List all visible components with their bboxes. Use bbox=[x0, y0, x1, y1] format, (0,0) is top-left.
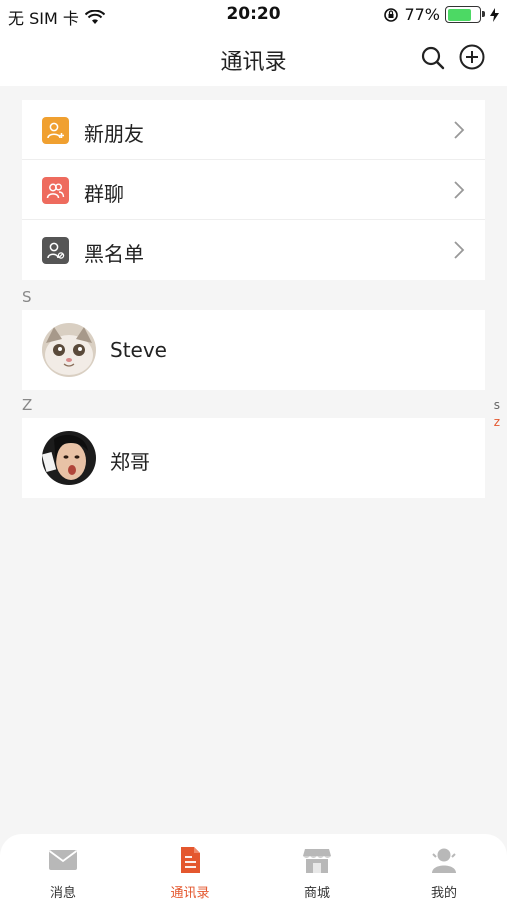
tab-store[interactable]: 商城 bbox=[254, 834, 380, 900]
avatar bbox=[42, 431, 96, 485]
chevron-right-icon bbox=[454, 241, 465, 259]
plus-circle-icon[interactable] bbox=[458, 43, 486, 71]
search-icon[interactable] bbox=[419, 44, 447, 72]
chevron-right-icon bbox=[454, 121, 465, 139]
index-letter-s[interactable]: s bbox=[494, 398, 500, 412]
tab-label: 商城 bbox=[303, 886, 330, 900]
store-icon bbox=[303, 849, 331, 873]
menu-item-label: 黑名单 bbox=[84, 242, 144, 266]
contact-row-zheng[interactable]: 郑哥 bbox=[22, 418, 485, 498]
contact-card: 郑哥 bbox=[22, 418, 485, 498]
avatar bbox=[42, 323, 96, 377]
tab-label: 消息 bbox=[49, 886, 76, 900]
add-friend-icon bbox=[42, 117, 69, 144]
tab-label: 我的 bbox=[430, 886, 457, 900]
status-right: 77% bbox=[383, 5, 499, 24]
charging-icon bbox=[490, 7, 499, 22]
index-letter-z[interactable]: z bbox=[494, 415, 500, 429]
section-header-z: Z bbox=[22, 396, 33, 414]
battery-icon bbox=[445, 6, 485, 23]
status-bar: 无 SIM 卡 20:20 77% bbox=[0, 0, 507, 30]
alphabet-index[interactable]: s z bbox=[494, 398, 500, 429]
contact-row-steve[interactable]: Steve bbox=[22, 310, 485, 390]
menu-item-blacklist[interactable]: 黑名单 bbox=[22, 220, 485, 280]
menu-item-label: 新朋友 bbox=[84, 122, 144, 146]
menu-item-group-chat[interactable]: 群聊 bbox=[22, 160, 485, 220]
blocked-user-icon bbox=[42, 237, 69, 264]
menu-item-label: 群聊 bbox=[84, 182, 124, 206]
menu-card: 新朋友 群聊 黑名单 bbox=[22, 100, 485, 280]
contacts-screen: 无 SIM 卡 20:20 77% 通讯录 新朋友 群聊 黑名单 S Steve… bbox=[0, 0, 507, 900]
contact-name: Steve bbox=[110, 338, 167, 362]
tab-label: 通讯录 bbox=[170, 886, 210, 900]
tab-messages[interactable]: 消息 bbox=[0, 834, 126, 900]
battery-fill bbox=[447, 8, 472, 21]
contact-name: 郑哥 bbox=[110, 450, 150, 474]
battery-percent: 77% bbox=[404, 5, 440, 24]
contact-card: Steve bbox=[22, 310, 485, 390]
contacts-icon bbox=[181, 847, 200, 873]
nav-bar: 通讯录 bbox=[0, 30, 507, 86]
mail-icon bbox=[48, 850, 78, 870]
menu-item-new-friends[interactable]: 新朋友 bbox=[22, 100, 485, 160]
profile-icon bbox=[432, 848, 456, 873]
chevron-right-icon bbox=[454, 181, 465, 199]
group-icon bbox=[42, 177, 69, 204]
tab-profile[interactable]: 我的 bbox=[381, 834, 507, 900]
section-header-s: S bbox=[22, 288, 32, 306]
tab-contacts[interactable]: 通讯录 bbox=[127, 834, 253, 900]
rotation-lock-icon bbox=[384, 7, 399, 22]
tab-bar: 消息 通讯录 商城 我的 bbox=[0, 834, 507, 900]
